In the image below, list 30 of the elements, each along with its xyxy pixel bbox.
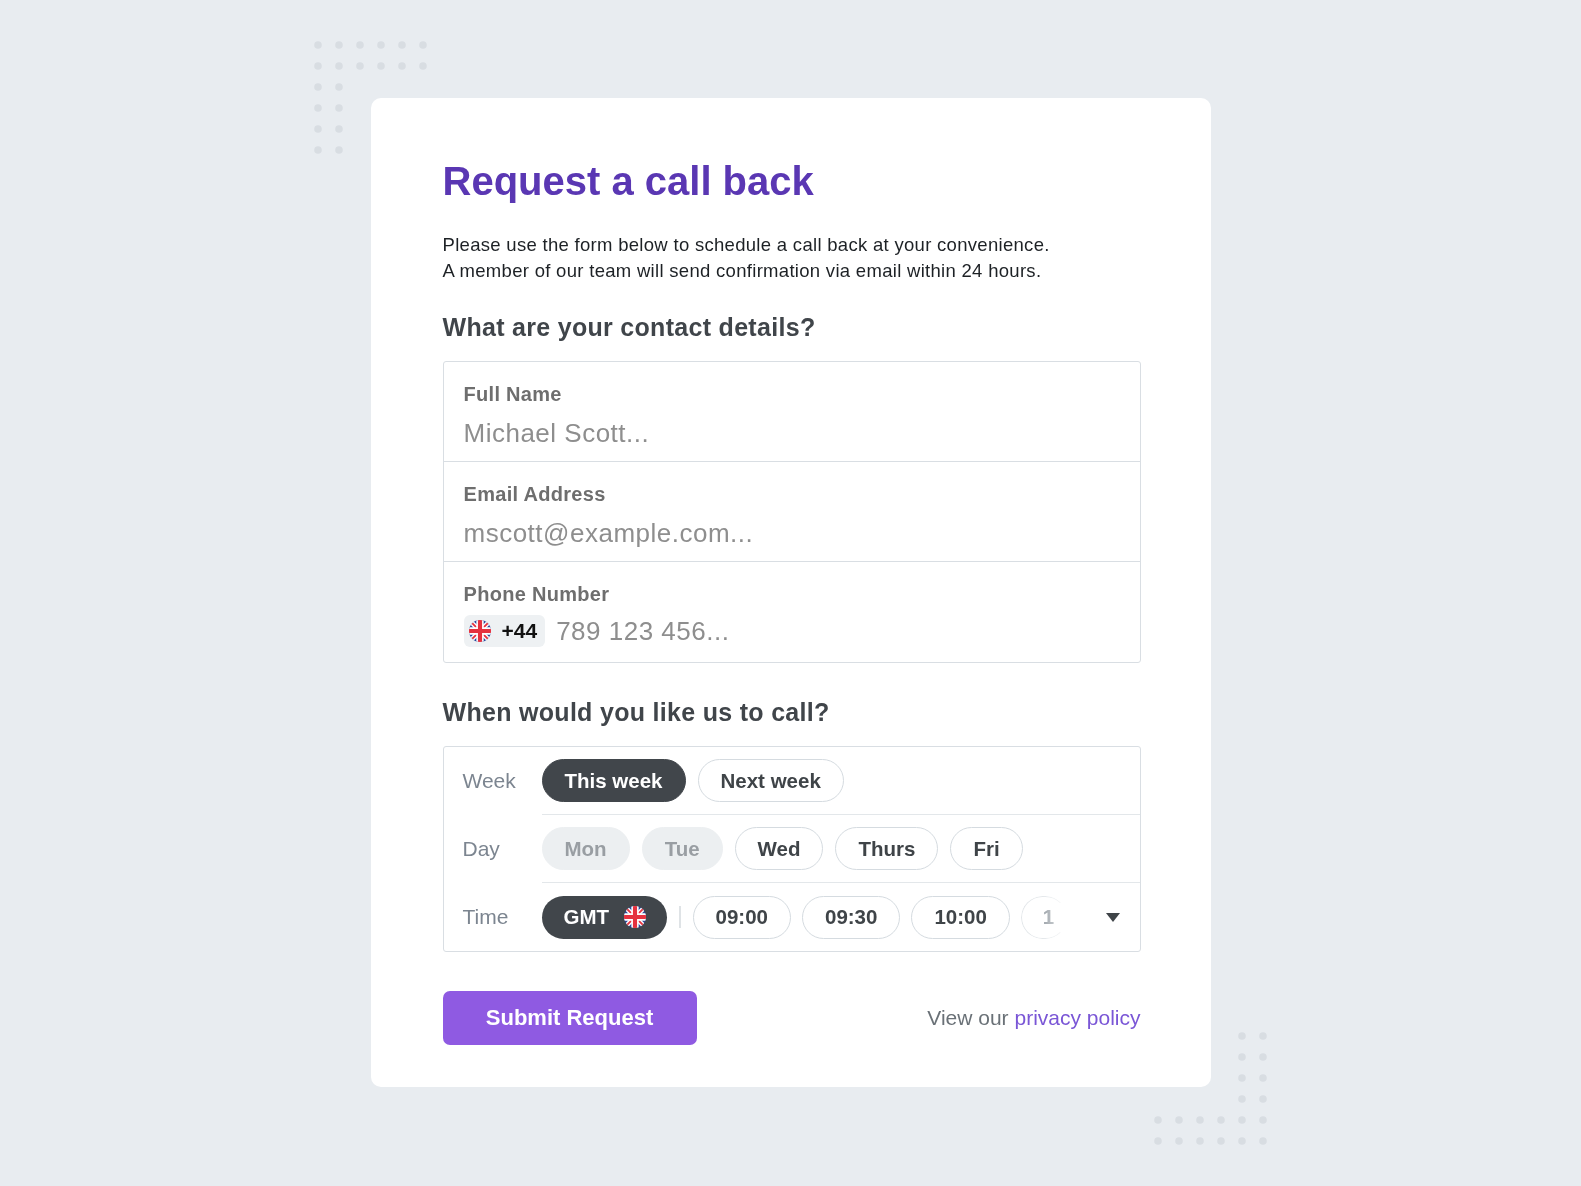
- submit-button[interactable]: Submit Request: [442, 991, 697, 1045]
- row-label: Time: [461, 904, 510, 930]
- flag-icon: [468, 620, 491, 642]
- timezone-button[interactable]: GMT: [541, 895, 668, 939]
- field-label: Full Name: [463, 382, 563, 406]
- time-option[interactable]: 09:30: [802, 895, 901, 939]
- phone-input[interactable]: 789 123 456...: [556, 615, 1120, 647]
- intro-text: Please use the form below to schedule a call back at your convenience.: [442, 233, 1051, 257]
- day-option[interactable]: Fri: [950, 827, 1023, 870]
- privacy-link[interactable]: privacy policy: [1014, 1006, 1141, 1029]
- week-option[interactable]: Next week: [697, 759, 844, 802]
- row-label: Day: [461, 836, 501, 862]
- day-option[interactable]: Wed: [734, 827, 824, 870]
- country-code-button[interactable]: +44: [463, 615, 546, 647]
- text-input[interactable]: mscott@example.com...: [463, 517, 1120, 549]
- form-title: Request a call back: [442, 158, 815, 205]
- section-heading: What are your contact details?: [442, 312, 817, 342]
- caret-down-icon[interactable]: [1105, 912, 1120, 922]
- intro-text: A member of our team will send confirmation via email within 24 hours.: [442, 259, 1043, 283]
- privacy-text: View our privacy policy: [927, 1006, 1141, 1030]
- day-option[interactable]: Thurs: [835, 827, 939, 870]
- section-heading: When would you like us to call?: [442, 697, 831, 727]
- time-option[interactable]: 10:00: [911, 895, 1010, 939]
- week-option[interactable]: This week: [541, 759, 686, 802]
- time-option[interactable]: 09:00: [692, 895, 791, 939]
- text-input[interactable]: Michael Scott...: [463, 417, 1120, 449]
- field-label: Phone Number: [463, 582, 611, 606]
- flag-icon: [624, 906, 647, 928]
- field-label: Email Address: [463, 482, 607, 506]
- row-label: Week: [461, 768, 517, 794]
